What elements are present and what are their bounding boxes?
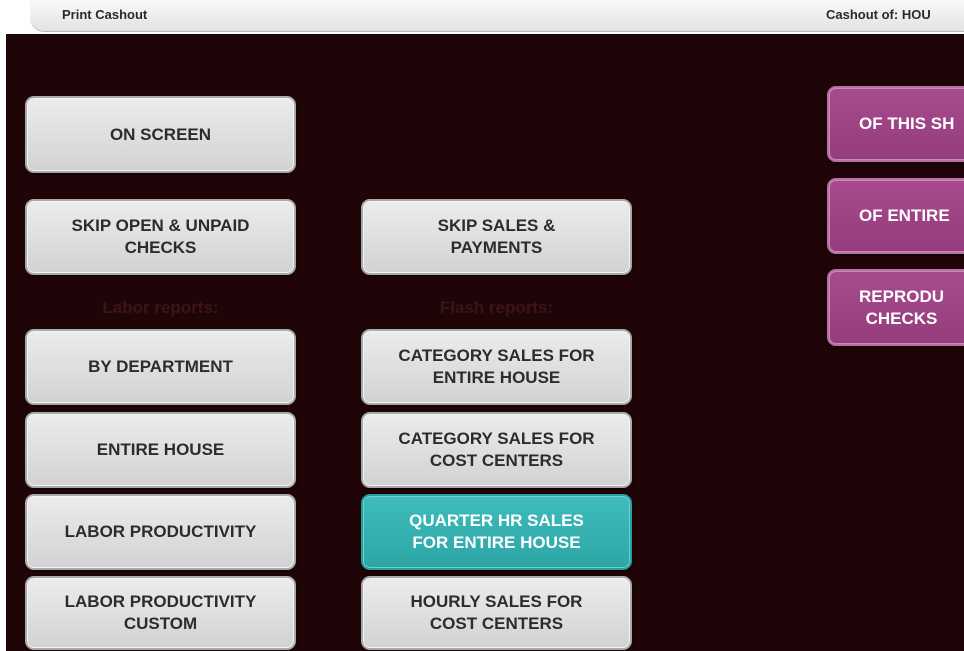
of-this-shift-button[interactable]: OF THIS SH (827, 86, 964, 162)
cashout-panel: ON SCREEN SKIP OPEN & UNPAID CHECKS Labo… (6, 34, 964, 651)
flash-reports-label: Flash reports: (439, 298, 554, 317)
skip-open-unpaid-checks-button[interactable]: SKIP OPEN & UNPAID CHECKS (25, 199, 296, 275)
labor-by-department-button[interactable]: BY DEPARTMENT (25, 329, 296, 405)
cashout-of-label: Cashout of: HOU (826, 7, 931, 22)
quarter-hr-sales-button[interactable]: QUARTER HR SALES FOR ENTIRE HOUSE (361, 494, 632, 570)
labor-entire-house-button[interactable]: ENTIRE HOUSE (25, 412, 296, 488)
skip-sales-payments-button[interactable]: SKIP SALES & PAYMENTS (361, 199, 632, 275)
category-sales-entire-house-button[interactable]: CATEGORY SALES FOR ENTIRE HOUSE (361, 329, 632, 405)
category-sales-cost-centers-button[interactable]: CATEGORY SALES FOR COST CENTERS (361, 412, 632, 488)
title-bar: Print Cashout Cashout of: HOU (0, 0, 964, 34)
of-entire-button[interactable]: OF ENTIRE (827, 178, 964, 254)
hourly-sales-cost-centers-button[interactable]: HOURLY SALES FOR COST CENTERS (361, 576, 632, 650)
on-screen-button[interactable]: ON SCREEN (25, 96, 296, 173)
title-bar-pill (30, 0, 964, 32)
labor-productivity-custom-button[interactable]: LABOR PRODUCTIVITY CUSTOM (25, 576, 296, 650)
labor-reports-label: Labor reports: (102, 298, 219, 317)
reproduce-checks-button[interactable]: REPRODU CHECKS (827, 269, 964, 346)
labor-productivity-button[interactable]: LABOR PRODUCTIVITY (25, 494, 296, 570)
window-title: Print Cashout (62, 7, 148, 22)
